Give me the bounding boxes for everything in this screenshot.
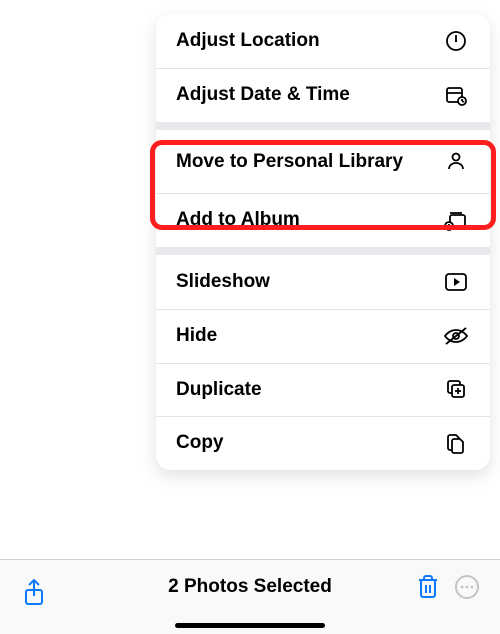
menu-item-add-to-album[interactable]: Add to Album [156, 193, 490, 247]
context-menu: Adjust Location Adjust Date & Time Move … [156, 14, 490, 470]
menu-item-hide[interactable]: Hide [156, 309, 490, 363]
menu-item-label: Hide [176, 324, 442, 348]
menu-item-label: Adjust Location [176, 29, 442, 53]
trash-button[interactable] [416, 574, 440, 605]
info-circle-icon [442, 30, 470, 52]
menu-item-slideshow[interactable]: Slideshow [156, 255, 490, 309]
menu-item-label: Move to Personal Library [176, 150, 442, 174]
play-rect-icon [442, 272, 470, 292]
more-icon [454, 574, 480, 605]
trash-icon [416, 574, 440, 605]
copy-icon [442, 432, 470, 454]
menu-group: Move to Personal Library Add to Album [156, 130, 490, 248]
menu-item-label: Duplicate [176, 378, 442, 402]
menu-item-adjust-location[interactable]: Adjust Location [156, 14, 490, 68]
menu-item-label: Add to Album [176, 208, 442, 232]
menu-item-label: Slideshow [176, 270, 442, 294]
menu-item-label: Adjust Date & Time [176, 83, 442, 107]
calendar-icon [442, 84, 470, 106]
menu-separator [156, 247, 490, 255]
menu-separator [156, 122, 490, 130]
menu-item-move-to-personal-library[interactable]: Move to Personal Library [156, 130, 490, 194]
person-icon [442, 150, 470, 172]
share-button[interactable] [22, 578, 46, 613]
menu-item-copy[interactable]: Copy [156, 416, 490, 470]
bottom-toolbar: 2 Photos Selected [0, 559, 500, 634]
album-add-icon [442, 209, 470, 231]
more-button[interactable] [454, 574, 480, 605]
selection-status: 2 Photos Selected [168, 576, 332, 598]
eye-slash-icon [442, 326, 470, 346]
menu-item-adjust-date-time[interactable]: Adjust Date & Time [156, 68, 490, 122]
menu-group: Adjust Location Adjust Date & Time [156, 14, 490, 122]
menu-group: Slideshow Hide Duplicate [156, 255, 490, 470]
menu-item-label: Copy [176, 431, 442, 455]
duplicate-icon [442, 378, 470, 400]
home-indicator[interactable] [175, 623, 325, 628]
share-icon [22, 578, 46, 613]
menu-item-duplicate[interactable]: Duplicate [156, 363, 490, 417]
